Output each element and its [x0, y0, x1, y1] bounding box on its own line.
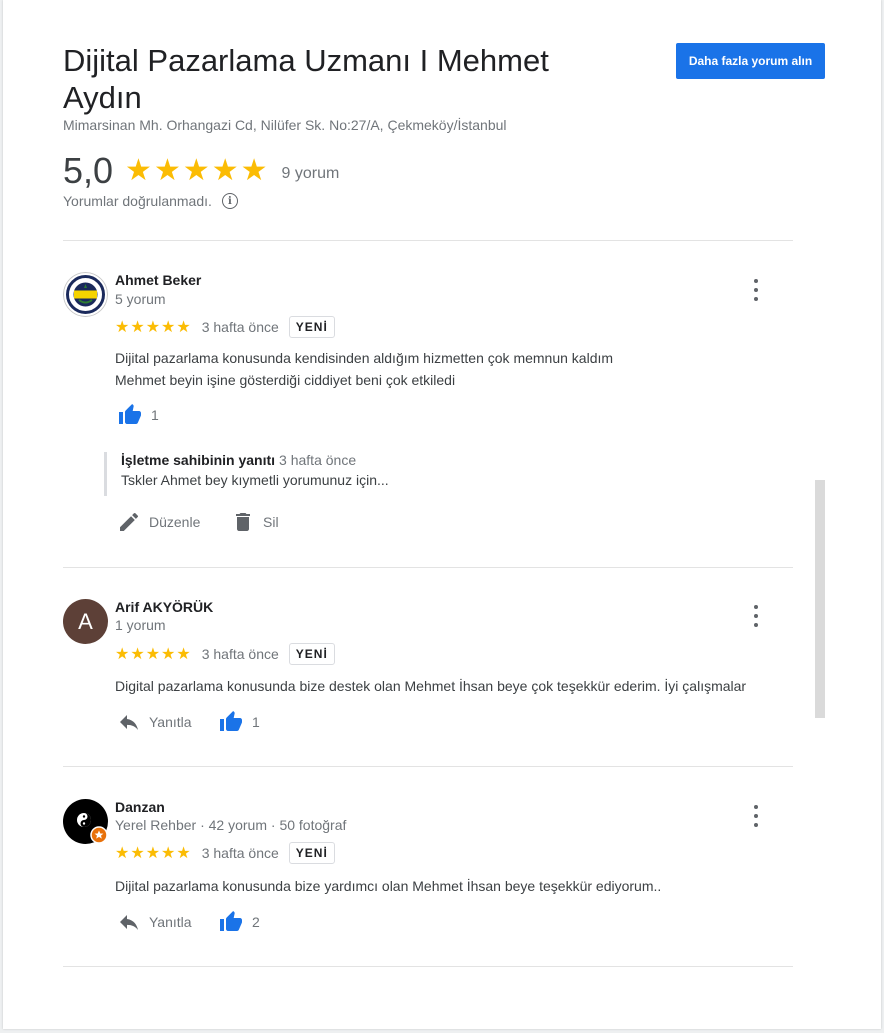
rating-stars: ★★★★★: [125, 154, 270, 187]
edit-button[interactable]: Düzenle: [117, 510, 200, 534]
review-text: Digital pazarlama konusunda bize destek …: [115, 678, 747, 694]
review-stars: ★★★★★: [115, 646, 192, 663]
review-rating-line: ★★★★★ 3 hafta önce YENİ: [115, 643, 335, 665]
owner-reply-header: İşletme sahibinin yanıtı 3 hafta önce: [121, 452, 541, 468]
like-button[interactable]: 1: [218, 710, 260, 734]
new-badge: YENİ: [288, 316, 335, 338]
review-text-line: Dijital pazarlama konusunda kendisinden …: [115, 350, 614, 366]
rating-summary: 5,0 ★★★★★ 9 yorum: [63, 150, 339, 192]
like-count: 2: [252, 914, 260, 930]
delete-button[interactable]: Sil: [231, 510, 279, 534]
trash-icon: [236, 513, 250, 531]
reply-icon: [120, 915, 138, 930]
avatar[interactable]: [63, 799, 111, 847]
scrollbar[interactable]: [815, 480, 825, 718]
reviewer-meta[interactable]: 5 yorum: [115, 291, 166, 307]
reviewer-meta[interactable]: 1 yorum: [115, 617, 166, 633]
more-options-icon[interactable]: [751, 279, 761, 301]
like-button[interactable]: 2: [218, 910, 260, 934]
like-count: 1: [151, 407, 159, 423]
avatar[interactable]: A: [63, 599, 108, 644]
divider: [63, 567, 793, 568]
new-badge: YENİ: [288, 842, 335, 864]
unverified-text: Yorumlar doğrulanmadı.: [63, 193, 212, 209]
review-stars: ★★★★★: [115, 319, 192, 336]
reviewer-name[interactable]: Ahmet Beker: [115, 272, 201, 288]
divider: [63, 240, 793, 241]
thumbs-up-icon: [220, 711, 242, 731]
reply-label: Yanıtla: [149, 914, 192, 930]
business-title: Dijital Pazarlama Uzmanı I Mehmet Aydın: [63, 43, 549, 115]
reply-button[interactable]: Yanıtla: [117, 910, 192, 934]
pencil-icon: [120, 512, 139, 531]
edit-label: Düzenle: [149, 514, 201, 530]
like-count: 1: [252, 714, 260, 730]
avatar[interactable]: [63, 272, 108, 317]
review-rating-line: ★★★★★ 3 hafta önce YENİ: [115, 842, 335, 864]
reviewer-name[interactable]: Danzan: [115, 799, 165, 815]
divider: [63, 966, 793, 967]
business-address: Mimarsinan Mh. Orhangazi Cd, Nilüfer Sk.…: [63, 117, 507, 133]
owner-reply-title: İşletme sahibinin yanıtı: [121, 452, 276, 468]
owner-reply-time: 3 hafta önce: [279, 452, 357, 468]
review-time: 3 hafta önce: [201, 319, 279, 335]
get-more-reviews-button[interactable]: Daha fazla yorum alın: [676, 43, 825, 79]
owner-reply: İşletme sahibinin yanıtı 3 hafta önce Tsk…: [104, 452, 541, 496]
reply-button[interactable]: Yanıtla: [117, 710, 192, 734]
new-badge: YENİ: [288, 643, 335, 665]
thumbs-up-icon: [220, 911, 242, 931]
owner-reply-text: Tskler Ahmet bey kıymetli yorumunuz için…: [121, 472, 389, 488]
delete-label: Sil: [263, 514, 279, 530]
review-rating-line: ★★★★★ 3 hafta önce YENİ: [115, 316, 335, 338]
reviewer-name[interactable]: Arif AKYÖRÜK: [115, 599, 213, 615]
unverified-note: Yorumlar doğrulanmadı. i: [63, 193, 238, 209]
avatar-letter: A: [78, 608, 93, 634]
more-options-icon[interactable]: [751, 605, 761, 627]
review-text: Dijital pazarlama konusunda bize yardımc…: [115, 878, 662, 894]
review-time: 3 hafta önce: [201, 646, 279, 662]
like-button[interactable]: 1: [117, 403, 159, 427]
review-text: Dijital pazarlama konusunda kendisinden …: [115, 347, 613, 391]
review-count[interactable]: 9 yorum: [282, 165, 340, 183]
review-stars: ★★★★★: [115, 845, 192, 862]
reviewer-meta[interactable]: Yerel Rehber · 42 yorum · 50 fotoğraf: [115, 817, 346, 833]
yin-yang-avatar-icon: [63, 799, 108, 844]
rating-value: 5,0: [63, 150, 114, 191]
review-time: 3 hafta önce: [201, 845, 279, 861]
reply-icon: [120, 715, 138, 730]
reviews-panel: Dijital Pazarlama Uzmanı I Mehmet Aydın …: [3, 0, 881, 1029]
team-logo-icon: [63, 272, 108, 317]
info-icon[interactable]: i: [221, 193, 238, 209]
more-options-icon[interactable]: [751, 805, 761, 827]
divider: [63, 766, 793, 767]
review-text-line: Mehmet beyin işine gösterdiği ciddiyet b…: [115, 372, 456, 388]
reply-label: Yanıtla: [149, 714, 192, 730]
thumbs-up-icon: [119, 404, 141, 424]
